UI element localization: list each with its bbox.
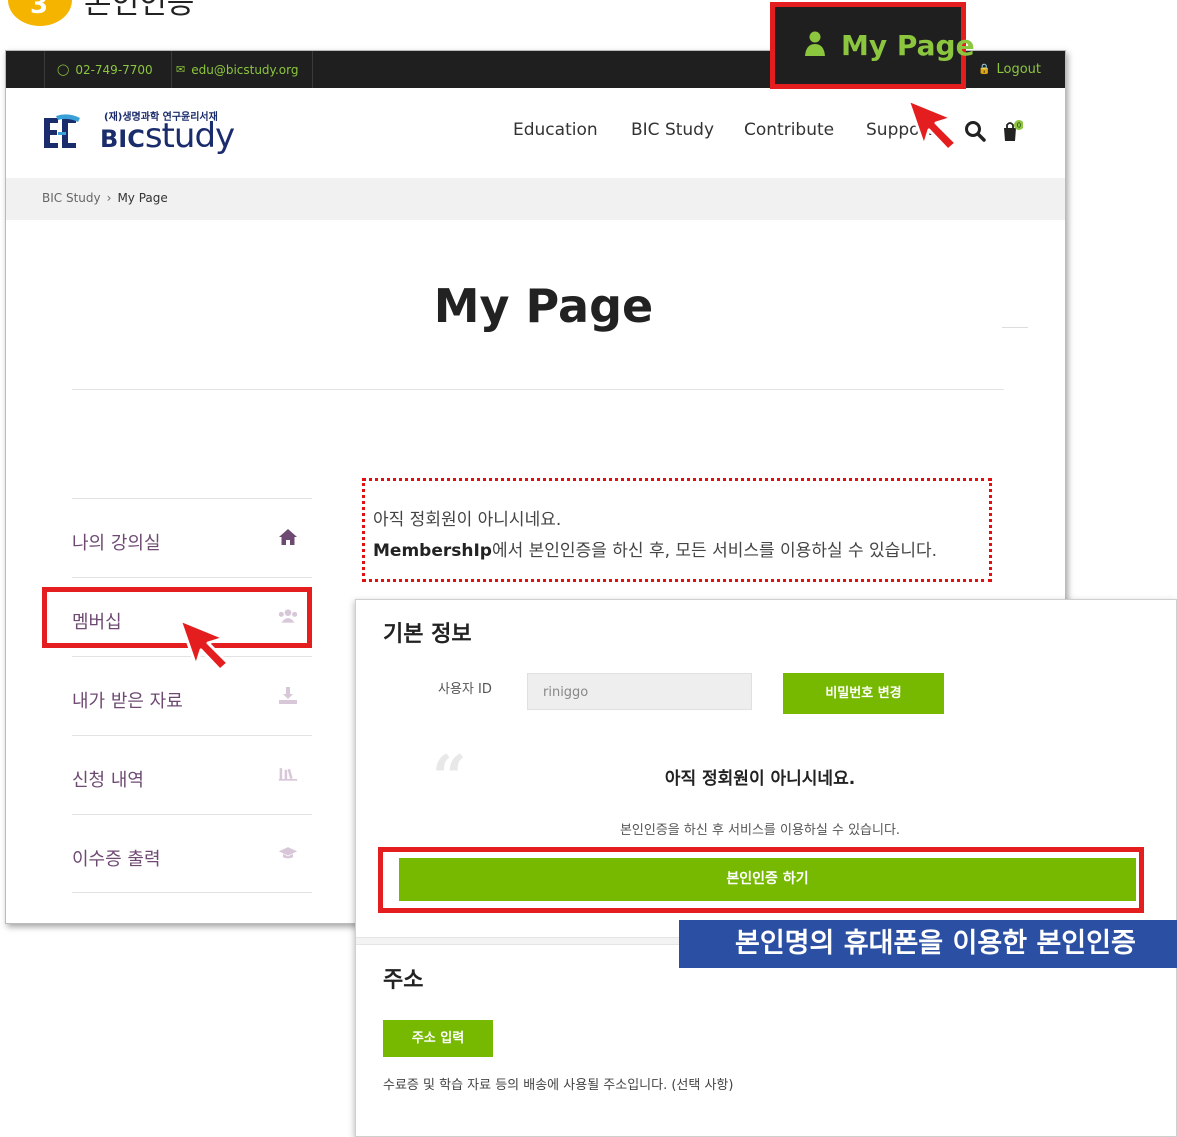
identity-verify-button[interactable]: 본인인증 하기 — [399, 858, 1136, 901]
pointer-arrow-icon — [178, 618, 230, 672]
user-id-label: 사용자 ID — [438, 682, 492, 697]
sidebar-item-label: 나의 강의실 — [72, 533, 161, 554]
my-page-label: My Page — [841, 29, 975, 62]
cart-count: 0 — [1017, 123, 1021, 130]
logout-link[interactable]: 🔒 Logout — [978, 51, 1041, 88]
step-title: 본인인증 — [84, 0, 195, 21]
phone-number: 02-749-7700 — [75, 62, 153, 77]
divider — [1002, 327, 1028, 328]
bicstudy-logo[interactable]: (재)생명과학 연구윤리서재 BICstudy — [42, 108, 242, 158]
nav-contribute[interactable]: Contribute — [744, 120, 834, 140]
notice-line-2-rest: 에서 본인인증을 하신 후, 모든 서비스를 이용하실 수 있습니다. — [491, 541, 938, 561]
library-icon — [278, 768, 298, 781]
sidebar-item-my-classroom[interactable]: 나의 강의실 — [72, 498, 312, 577]
sidebar-item-label: 신청 내역 — [72, 770, 144, 791]
membership-panel: 기본 정보 사용자 ID riniggo 비밀번호 변경 “ 아직 정회원이 아… — [355, 599, 1177, 1137]
download-icon — [279, 687, 297, 704]
email-address: edu@bicstudy.org — [191, 62, 299, 77]
my-page-highlight[interactable]: My Page — [770, 2, 975, 89]
step-number: 3 — [30, 0, 49, 20]
sidebar-item-certificate[interactable]: 이수증 출력 — [72, 814, 312, 893]
logo-wordmark: BICstudy — [100, 116, 235, 156]
graduation-cap-icon — [278, 847, 298, 859]
phone-contact[interactable]: ◯ 02-749-7700 — [44, 51, 172, 88]
shopping-bag-icon[interactable]: 0 — [1001, 120, 1023, 142]
breadcrumb: BIC Study › My Page — [42, 191, 168, 205]
panel-notice-desc: 본인인증을 하신 후 서비스를 이용하실 수 있습니다. — [619, 823, 901, 838]
address-input-button[interactable]: 주소 입력 — [383, 1020, 493, 1057]
notice-line-2: MembershIp에서 본인인증을 하신 후, 모든 서비스를 이용하실 수 … — [373, 536, 937, 561]
mypage-sidebar: 나의 강의실 멤버십 내가 받은 자료 신청 내역 이수증 출력 — [72, 498, 312, 893]
panel-notice-title: 아직 정회원이 아니시네요. — [664, 769, 856, 789]
sidebar-item-applications[interactable]: 신청 내역 — [72, 735, 312, 814]
user-icon — [805, 31, 825, 56]
pointer-arrow-icon — [906, 98, 958, 152]
page-title: My Page — [433, 279, 654, 333]
logo-rest: study — [144, 116, 235, 156]
membership-link-text[interactable]: MembershIp — [373, 541, 492, 561]
nav-education[interactable]: Education — [513, 120, 598, 140]
sidebar-item-label: 내가 받은 자료 — [72, 691, 183, 712]
logo-bold: BIC — [100, 125, 145, 153]
breadcrumb-bar: BIC Study › My Page — [6, 178, 1065, 220]
title-divider — [72, 389, 1004, 390]
sidebar-item-label: 이수증 출력 — [72, 849, 161, 870]
lock-icon: 🔒 — [978, 64, 991, 75]
basic-info-title: 기본 정보 — [383, 622, 472, 647]
address-title: 주소 — [383, 968, 424, 993]
email-contact[interactable]: ✉ edu@bicstudy.org — [162, 51, 314, 88]
user-id-field[interactable]: riniggo — [527, 673, 752, 710]
caption-banner: 본인명의 휴대폰을 이용한 본인인증 — [679, 920, 1177, 968]
breadcrumb-current: My Page — [117, 191, 168, 205]
home-icon — [279, 529, 297, 545]
nav-bic-study[interactable]: BIC Study — [631, 120, 714, 140]
breadcrumb-home[interactable]: BIC Study — [42, 191, 101, 205]
change-password-button[interactable]: 비밀번호 변경 — [783, 673, 944, 714]
search-icon[interactable] — [964, 120, 986, 142]
membership-notice-box: 아직 정회원이 아니시네요. MembershIp에서 본인인증을 하신 후, … — [362, 478, 992, 582]
address-description: 수료증 및 학습 자료 등의 배송에 사용될 주소입니다. (선택 사항) — [383, 1078, 734, 1093]
mail-icon: ✉ — [176, 63, 186, 76]
logo-mark-icon — [44, 114, 80, 148]
logout-label: Logout — [996, 62, 1041, 77]
notice-line-1: 아직 정회원이 아니시네요. — [373, 510, 562, 530]
breadcrumb-separator: › — [106, 191, 112, 205]
headset-icon: ◯ — [57, 63, 70, 76]
